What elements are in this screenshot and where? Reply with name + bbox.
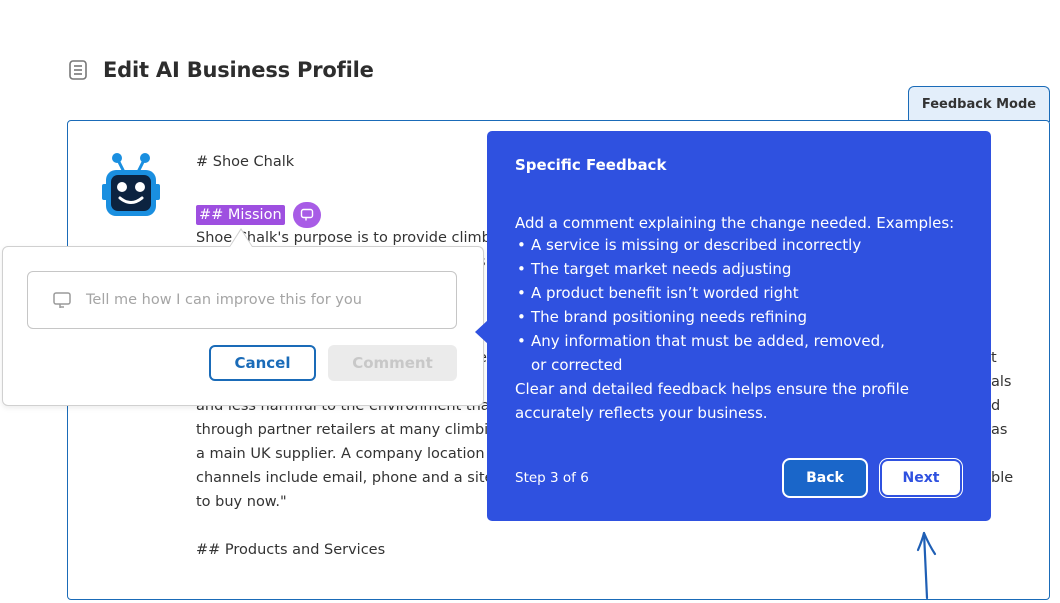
list-item: A service is missing or described incorr… [515,233,985,257]
next-button[interactable]: Next [880,459,962,497]
page-title: Edit AI Business Profile [103,58,374,82]
tour-example-list: A service is missing or described incorr… [515,233,985,377]
doc-heading: # Shoe Chalk [196,154,295,170]
back-button[interactable]: Back [782,458,868,498]
tour-intro: Add a comment explaining the change need… [515,214,955,232]
page-header: Edit AI Business Profile [67,58,374,82]
doc-line: ## Products and Services [196,542,386,558]
list-item: The brand positioning needs refining [515,305,985,329]
doc-line: to buy now." [196,494,287,510]
doc-line: channels include email, phone and a site [196,470,494,486]
doc-line: d [991,398,1001,414]
comment-icon [300,208,314,221]
tour-title: Specific Feedback [515,156,667,174]
tour-step-indicator: Step 3 of 6 [515,470,589,486]
mission-tag[interactable]: ## Mission [196,205,285,225]
doc-line: t [991,350,997,366]
comment-input[interactable]: Tell me how I can improve this for you [27,271,457,329]
popover-caret-inner [230,230,252,247]
robot-avatar-icon [102,153,160,216]
doc-line: ble [991,470,1014,486]
doc-line: as [991,422,1008,438]
tour-outro: Clear and detailed feedback helps ensure… [515,380,909,422]
comment-input-placeholder: Tell me how I can improve this for you [86,292,362,308]
doc-line: als [991,374,1012,390]
list-item: Any information that must be added, remo… [515,329,895,377]
list-item: The target market needs adjusting [515,257,985,281]
mission-comment-button[interactable] [293,202,321,228]
doc-line: through partner retailers at many climbi [196,422,489,438]
cancel-button[interactable]: Cancel [209,345,316,381]
tour-panel: Specific Feedback Add a comment explaini… [487,131,991,521]
document-list-icon [69,60,87,80]
comment-icon [53,292,71,308]
feedback-mode-tab[interactable]: Feedback Mode [908,86,1050,122]
annotation-arrow-icon [916,531,937,600]
doc-line: a main UK supplier. A company location [196,446,485,462]
list-item: A product benefit isn’t worded right [515,281,985,305]
comment-button[interactable]: Comment [328,345,457,381]
